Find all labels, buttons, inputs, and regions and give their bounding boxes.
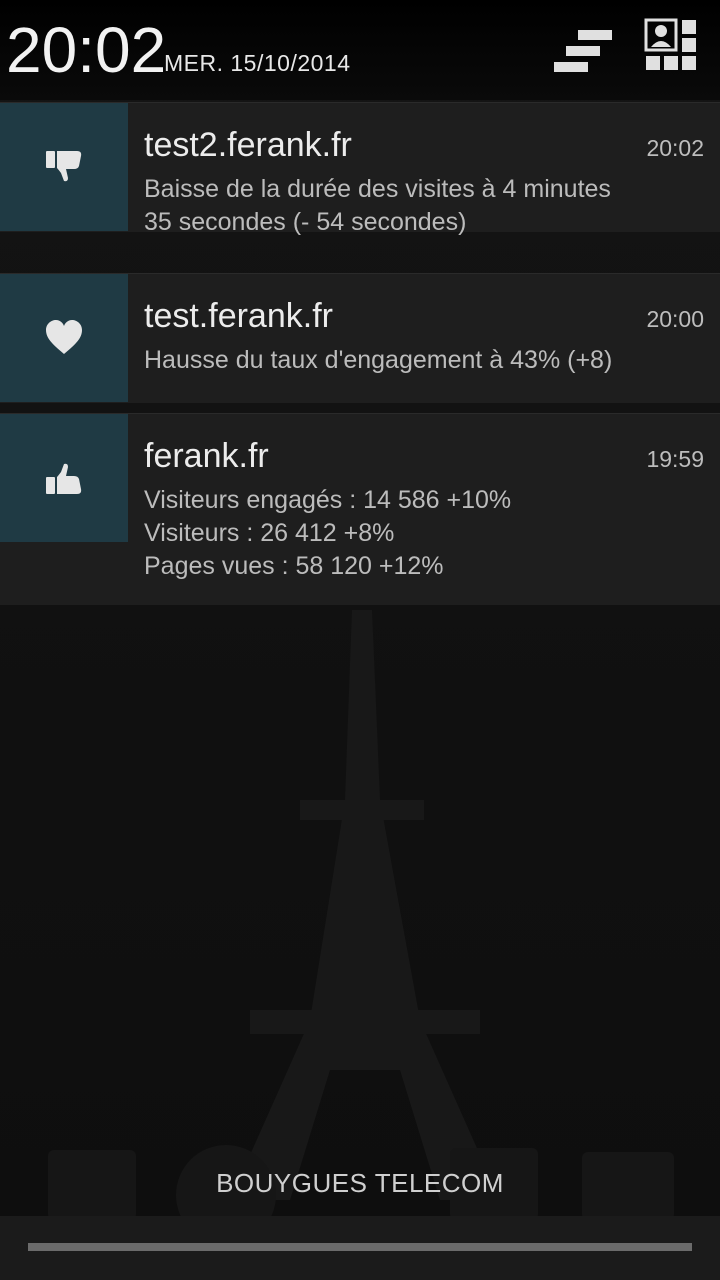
drag-handle[interactable]	[28, 1243, 692, 1251]
wallpaper	[48, 610, 674, 1220]
notification-title: test.ferank.fr	[144, 297, 333, 335]
notification-shade: 20:02 MER. 15/10/2014 test2.ferank.fr 20…	[0, 0, 720, 1280]
notification-line: Pages vues : 58 120 +12%	[144, 552, 444, 580]
notification-time: 20:00	[646, 306, 704, 332]
thumbs-down-icon	[46, 151, 82, 182]
notification-test2[interactable]: test2.ferank.fr 20:02 Baisse de la durée…	[0, 102, 720, 236]
thumbs-up-icon	[46, 463, 82, 494]
quick-settings-button[interactable]	[642, 18, 708, 80]
notification-line: Visiteurs engagés : 14 586 +10%	[144, 486, 512, 514]
notification-title: ferank.fr	[144, 437, 269, 475]
carrier-label: BOUYGUES TELECOM	[216, 1168, 504, 1198]
notification-icon-box	[0, 103, 128, 231]
notification-ferank[interactable]: ferank.fr 19:59 Visiteurs engagés : 14 5…	[0, 413, 720, 605]
clock: 20:02	[6, 14, 167, 86]
notification-line: 35 secondes (- 54 secondes)	[144, 208, 467, 236]
notification-title: test2.ferank.fr	[144, 126, 352, 164]
notification-line: Hausse du taux d'engagement à 43% (+8)	[144, 346, 613, 374]
status-header: 20:02 MER. 15/10/2014	[0, 0, 720, 100]
clear-all-button[interactable]	[550, 18, 616, 80]
date: MER. 15/10/2014	[164, 50, 351, 76]
notification-time: 19:59	[646, 446, 704, 472]
quick-settings-icon	[644, 18, 696, 70]
notification-body: Baisse de la durée des visites à 4 minut…	[144, 173, 694, 239]
notification-line: Baisse de la durée des visites à 4 minut…	[144, 175, 611, 203]
notification-icon-box	[0, 274, 128, 402]
notification-time: 20:02	[646, 135, 704, 161]
notification-body: Hausse du taux d'engagement à 43% (+8)	[144, 344, 694, 377]
notification-line: Visiteurs : 26 412 +8%	[144, 519, 395, 547]
heart-icon	[46, 320, 82, 354]
notification-test[interactable]: test.ferank.fr 20:00 Hausse du taux d'en…	[0, 273, 720, 403]
clear-all-icon	[554, 30, 612, 72]
notification-icon-box	[0, 414, 128, 542]
notification-body: Visiteurs engagés : 14 586 +10% Visiteur…	[144, 484, 694, 583]
